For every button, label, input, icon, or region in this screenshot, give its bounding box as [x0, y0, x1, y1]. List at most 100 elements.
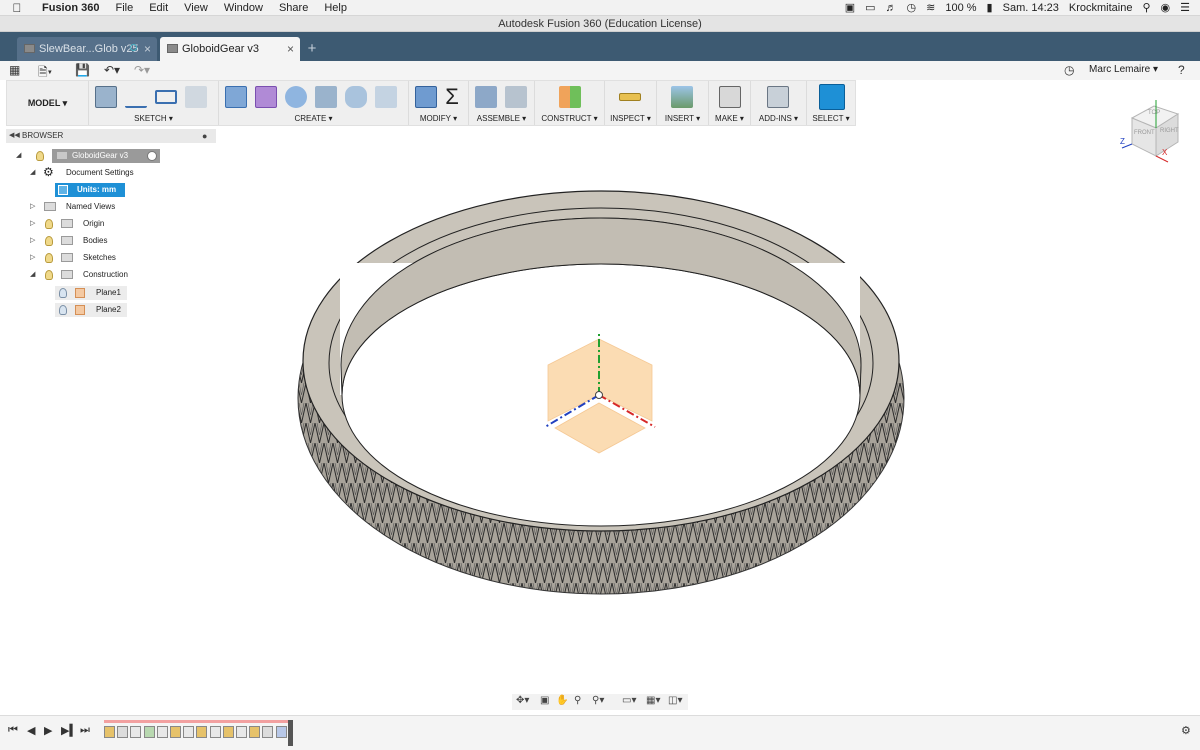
volume-icon[interactable]: ♬ [886, 2, 897, 14]
timeline-feature-icon[interactable] [249, 726, 261, 738]
save-icon[interactable]: 💾 [75, 63, 90, 77]
viewports-icon[interactable]: ◫▾ [668, 695, 682, 706]
make-group[interactable]: MAKE ▾ [709, 81, 751, 125]
close-icon[interactable]: × [144, 37, 151, 61]
extrude-icon[interactable] [225, 86, 247, 108]
timeline-feature-icon[interactable] [209, 726, 221, 738]
new-component-icon[interactable] [475, 86, 497, 108]
pin-icon[interactable]: ● [202, 129, 207, 143]
clock[interactable]: Sam. 14:23 [1003, 2, 1059, 14]
siri-icon[interactable]: ◉ [1161, 1, 1171, 14]
timeline-feature-icon[interactable] [196, 726, 208, 738]
timeline-settings-gear-icon[interactable]: ⚙ [1181, 724, 1191, 737]
sweep-icon[interactable] [345, 86, 367, 108]
viewcube[interactable]: TOP FRONT RIGHT Z X [1118, 98, 1198, 164]
revolve-icon[interactable] [315, 86, 337, 108]
construct-group[interactable]: CONSTRUCT ▾ [535, 81, 605, 125]
rectangle-icon[interactable] [155, 90, 177, 104]
browser-panel-header[interactable]: ◀◀ BROWSER ● [6, 129, 216, 143]
viewcube-right-face[interactable]: RIGHT [1160, 128, 1179, 134]
addins-group[interactable]: ADD-INS ▾ [751, 81, 807, 125]
timeline-forward-icon[interactable]: ▶▍ [61, 724, 78, 737]
job-status-clock-icon[interactable]: ◷ [1064, 63, 1074, 77]
timeline-play-icon[interactable]: ▶ [44, 724, 52, 737]
menu-view[interactable]: View [176, 2, 216, 14]
timeline-feature-icon[interactable] [170, 726, 181, 738]
timeline-feature-icon[interactable] [104, 726, 115, 738]
pan-hand-icon[interactable]: ✋ [556, 695, 568, 706]
menu-window[interactable]: Window [216, 2, 271, 14]
look-at-icon[interactable]: ▣ [540, 695, 549, 706]
data-panel-grid-icon[interactable]: ▦ [9, 63, 20, 77]
timeline-feature-icon[interactable] [275, 726, 287, 738]
undo-icon[interactable]: ↶▾ [104, 63, 120, 77]
mirror-icon[interactable] [185, 86, 207, 108]
battery-percent[interactable]: 100 % [945, 2, 976, 14]
sketch-group[interactable]: SKETCH ▾ [89, 81, 219, 125]
timeline-feature-icon[interactable] [117, 726, 129, 738]
notification-center-icon[interactable]: ☰ [1180, 1, 1190, 14]
create-group[interactable]: CREATE ▾ [219, 81, 409, 125]
grid-settings-icon[interactable]: ▦▾ [646, 695, 660, 706]
form-icon[interactable] [255, 86, 277, 108]
user-menu[interactable]: Krockmitaine [1069, 2, 1133, 14]
timeline-start-icon[interactable]: ⏮ [8, 724, 18, 737]
display-settings-icon[interactable]: ▭▾ [622, 695, 636, 706]
select-group[interactable]: SELECT ▾ [807, 81, 855, 125]
menu-share[interactable]: Share [271, 2, 316, 14]
workspace-switcher[interactable]: MODEL ▾ [7, 81, 89, 125]
3d-print-icon[interactable] [719, 86, 741, 108]
measure-icon[interactable] [619, 93, 641, 101]
timeline-marker[interactable] [288, 720, 293, 746]
modify-group[interactable]: Σ MODIFY ▾ [409, 81, 469, 125]
redo-icon[interactable]: ↷▾ [134, 63, 150, 77]
time-machine-icon[interactable]: ◷ [907, 1, 917, 14]
select-icon[interactable] [819, 84, 845, 110]
move-icon[interactable] [285, 86, 307, 108]
battery-icon[interactable]: ▮ [987, 1, 993, 14]
help-icon[interactable]: ? [1178, 63, 1185, 77]
timeline-feature-icon[interactable] [262, 726, 274, 738]
viewcube-front-face[interactable]: FRONT [1134, 130, 1155, 136]
joint-icon[interactable] [505, 86, 527, 108]
inspect-group[interactable]: INSPECT ▾ [605, 81, 657, 125]
airplay-icon[interactable]: ▭ [865, 1, 875, 14]
timeline-feature-icon[interactable] [236, 726, 247, 738]
press-pull-icon[interactable] [415, 86, 437, 108]
account-menu[interactable]: Marc Lemaire ▾ [1089, 64, 1158, 75]
new-tab-button[interactable]: + [304, 41, 320, 57]
insert-image-icon[interactable] [671, 86, 693, 108]
assemble-group[interactable]: ASSEMBLE ▾ [469, 81, 535, 125]
loft-icon[interactable] [375, 86, 397, 108]
create-sketch-icon[interactable] [95, 86, 117, 108]
viewport-canvas[interactable] [0, 143, 1200, 713]
menu-file[interactable]: File [107, 2, 141, 14]
apple-icon[interactable]:  [0, 1, 34, 15]
line-icon[interactable] [125, 86, 147, 108]
spotlight-search-icon[interactable]: ⚲ [1142, 1, 1150, 14]
timeline-feature-icon[interactable] [183, 726, 195, 738]
status-icon[interactable]: ▣ [845, 1, 855, 14]
timeline-feature-icon[interactable] [143, 726, 155, 738]
close-icon[interactable]: × [287, 37, 294, 61]
parameters-sigma-icon[interactable]: Σ [441, 86, 463, 108]
timeline-feature-icon[interactable] [130, 726, 142, 738]
menu-app-name[interactable]: Fusion 360 [34, 2, 107, 14]
tab-slewbear[interactable]: SlewBear...Glob v25 × [17, 37, 157, 61]
offset-plane-icon[interactable] [559, 86, 581, 108]
scripts-addins-icon[interactable] [767, 86, 789, 108]
timeline-track[interactable] [104, 720, 292, 723]
menu-help[interactable]: Help [316, 2, 355, 14]
tab-globoidgear[interactable]: GloboidGear v3 × [160, 37, 300, 61]
timeline-end-icon[interactable]: ⏭ [80, 724, 90, 737]
timeline-back-icon[interactable]: ◀ [27, 724, 35, 737]
insert-group[interactable]: INSERT ▾ [657, 81, 709, 125]
zoom-icon[interactable]: ⚲ [574, 695, 581, 706]
collapse-arrow-icon[interactable]: ◀◀ [9, 129, 20, 143]
viewcube-top-face[interactable]: TOP [1148, 110, 1160, 116]
wifi-icon[interactable]: ≋ [926, 1, 935, 14]
orbit-icon[interactable]: ✥▾ [516, 695, 529, 706]
timeline-feature-icon[interactable] [156, 726, 168, 738]
timeline-feature-icon[interactable] [222, 726, 234, 738]
fit-icon[interactable]: ⚲▾ [592, 695, 604, 706]
